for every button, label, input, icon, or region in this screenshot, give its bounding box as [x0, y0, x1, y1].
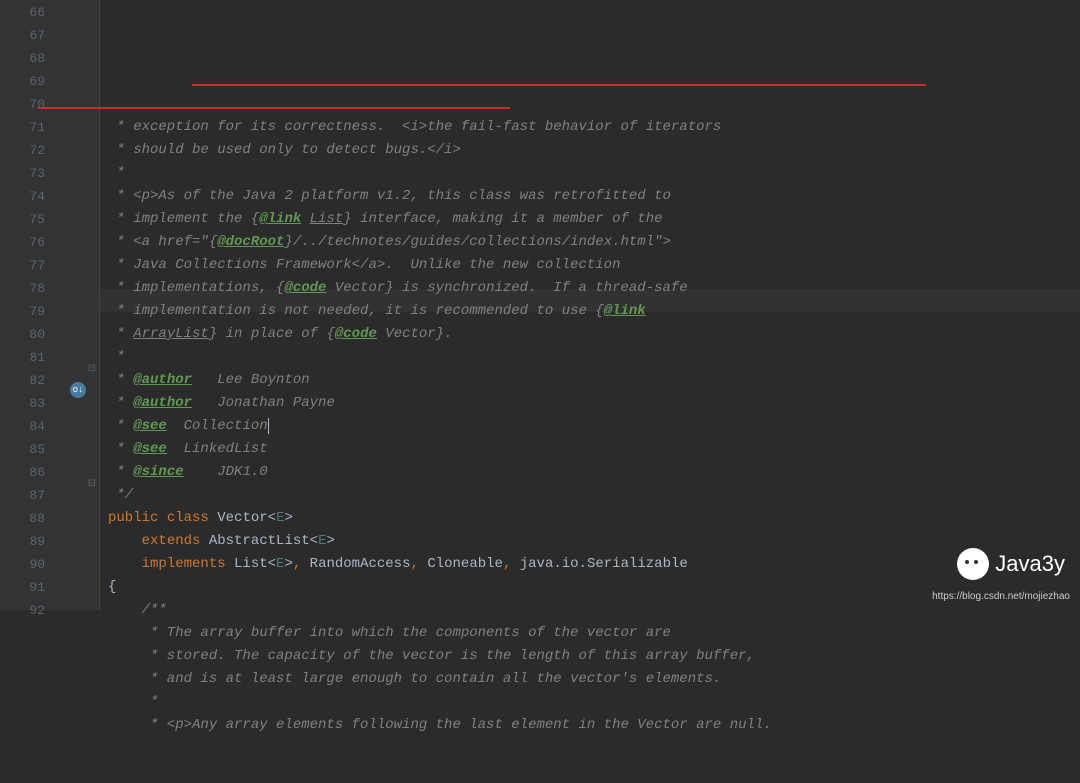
fold-icon[interactable]: ⊟: [88, 473, 96, 496]
override-gutter-icon[interactable]: o↓: [70, 382, 86, 398]
gutter-marks: o↓ ⊟ ⊟: [55, 0, 100, 610]
annotation-underline: [38, 107, 510, 109]
line-number-gutter: 6667686970717273747576777879808182838485…: [0, 0, 55, 610]
code-area[interactable]: * exception for its correctness. <i>the …: [100, 0, 1080, 610]
code-editor[interactable]: 6667686970717273747576777879808182838485…: [0, 0, 1080, 610]
fold-icon[interactable]: ⊟: [88, 358, 96, 381]
annotation-underline: [192, 84, 926, 86]
